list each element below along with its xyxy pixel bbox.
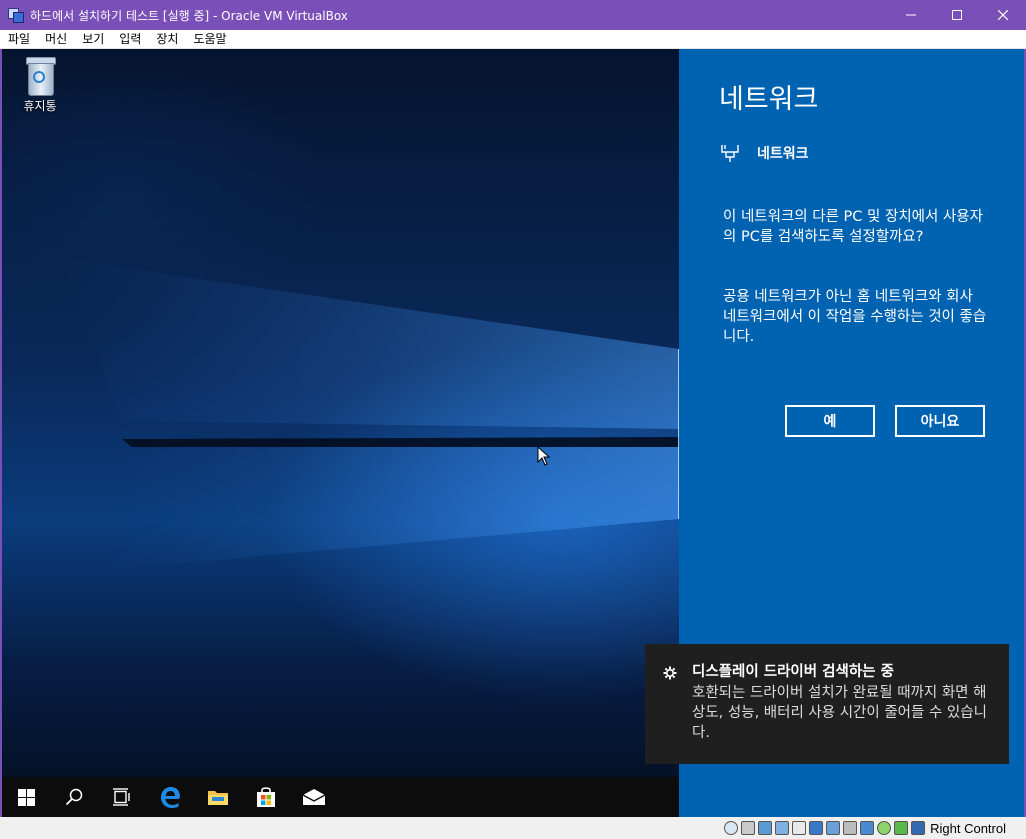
search-button[interactable] (50, 777, 98, 817)
file-explorer-button[interactable] (194, 777, 242, 817)
minimize-icon (906, 14, 916, 16)
edge-icon (161, 787, 180, 808)
window-title: 하드에서 설치하기 테스트 [실행 중] - Oracle VM Virtual… (30, 8, 348, 23)
mouse-cursor-icon (537, 446, 551, 466)
search-icon (65, 788, 83, 806)
no-button[interactable]: 아니요 (895, 405, 985, 437)
ethernet-icon (721, 145, 739, 162)
menu-bar: 파일 머신 보기 입력 장치 도움말 (0, 30, 1026, 49)
guest-screen[interactable]: 휴지통 네트워크 네트워크 이 네트워크의 다른 PC 및 장치에서 사용자의 … (2, 49, 1024, 817)
recycle-bin-label: 휴지통 (23, 99, 57, 113)
task-view-button[interactable] (98, 777, 146, 817)
driver-toast-notification[interactable]: 디스플레이 드라이버 검색하는 중 호환되는 드라이버 설치가 완료될 때까지 … (645, 644, 1009, 764)
virtualization-status-icon[interactable] (877, 821, 892, 835)
hard-disk-status-icon[interactable] (724, 821, 739, 835)
shared-folders-status-icon[interactable] (809, 821, 824, 835)
file-explorer-icon (208, 791, 228, 805)
menu-input[interactable]: 입력 (111, 30, 148, 48)
gear-icon (663, 666, 677, 680)
edge-button[interactable] (146, 777, 194, 817)
mail-icon (302, 789, 326, 805)
windows-logo-light-beams (62, 259, 679, 569)
toast-body: 호환되는 드라이버 설치가 완료될 때까지 화면 해상도, 성능, 배터리 사용… (692, 685, 987, 741)
close-icon (998, 10, 1008, 20)
virtualbox-app-icon (8, 7, 24, 23)
vm-status-bar: Right Control (0, 817, 1026, 839)
recycle-bin-icon (24, 57, 56, 96)
menu-view[interactable]: 보기 (74, 30, 111, 48)
network-discovery-question: 이 네트워크의 다른 PC 및 장치에서 사용자의 PC를 검색하도록 설정할까… (723, 209, 983, 245)
cpu-status-icon[interactable] (860, 821, 875, 835)
optical-drive-status-icon[interactable] (741, 821, 756, 835)
menu-machine[interactable]: 머신 (37, 30, 74, 48)
mouse-integration-status-icon[interactable] (894, 821, 909, 835)
store-button[interactable] (242, 777, 290, 817)
minimize-button[interactable] (888, 0, 934, 30)
network-discovery-advice: 공용 네트워크가 아닌 홈 네트워크와 회사 네트워크에서 이 작업을 수행하는… (723, 289, 987, 345)
network-entry: 네트워크 (719, 143, 809, 163)
display-status-icon[interactable] (826, 821, 841, 835)
usb-status-icon[interactable] (792, 821, 807, 835)
window-titlebar: 하드에서 설치하기 테스트 [실행 중] - Oracle VM Virtual… (0, 0, 1026, 30)
store-icon (257, 787, 275, 807)
host-key-label: Right Control (930, 820, 1006, 836)
menu-devices[interactable]: 장치 (148, 30, 185, 48)
network-name: 네트워크 (757, 146, 809, 162)
toast-title: 디스플레이 드라이버 검색하는 중 (692, 664, 894, 680)
audio-status-icon[interactable] (758, 821, 773, 835)
menu-help[interactable]: 도움말 (185, 30, 233, 48)
task-view-icon (113, 788, 130, 806)
maximize-button[interactable] (934, 0, 980, 30)
host-key-icon[interactable] (911, 821, 926, 835)
yes-button[interactable]: 예 (785, 405, 875, 437)
close-button[interactable] (980, 0, 1026, 30)
maximize-icon (952, 10, 962, 20)
mail-button[interactable] (290, 777, 338, 817)
recycle-bin[interactable]: 휴지통 (16, 57, 64, 114)
desktop-wallpaper (2, 49, 679, 777)
menu-file[interactable]: 파일 (0, 30, 37, 48)
network-status-icon[interactable] (775, 821, 790, 835)
window-controls (888, 0, 1026, 30)
start-icon (17, 788, 35, 806)
taskbar (2, 777, 679, 817)
start-button[interactable] (2, 777, 50, 817)
video-capture-status-icon[interactable] (843, 821, 858, 835)
network-panel-title: 네트워크 (719, 84, 819, 115)
